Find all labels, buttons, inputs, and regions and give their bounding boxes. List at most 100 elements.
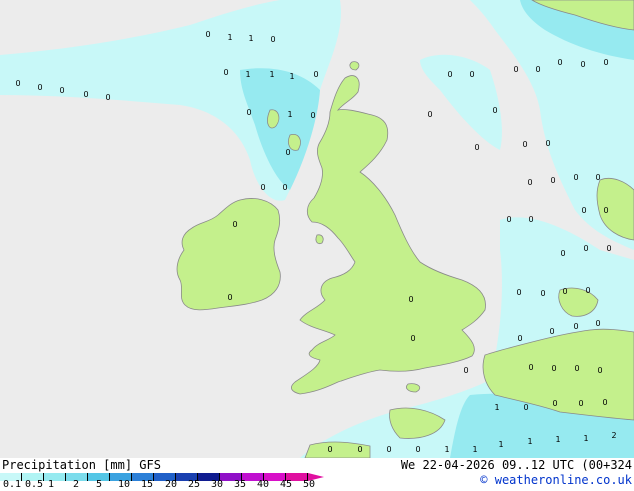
value-label: 1 [287,110,292,119]
value-label: 0 [227,293,232,302]
value-label: 0 [550,176,555,185]
scale-tick-label: 5 [96,479,103,490]
forecast-datetime: We 22-04-2026 09..12 UTC (00+324 [400,458,632,472]
value-label: 0 [523,403,528,412]
value-label: 0 [327,445,332,454]
value-label: 0 [551,364,556,373]
value-label: 0 [313,70,318,79]
scale-tick-label: 30 [211,479,224,490]
chart-title: Precipitation [mm] GFS [2,458,161,472]
value-label: 0 [573,322,578,331]
land-orkney [349,61,360,71]
value-label: 0 [574,364,579,373]
value-label: 0 [15,79,20,88]
value-label: 0 [583,244,588,253]
scale-tick-label: 50 [303,479,316,490]
value-label: 0 [573,173,578,182]
scale-tick-label: 1 [48,479,55,490]
value-label: 0 [232,220,237,229]
value-label: 1 [289,72,294,81]
value-label: 0 [522,140,527,149]
value-label: 2 [611,431,616,440]
title-text: Precipitation [mm] [2,458,133,472]
value-label: 0 [585,286,590,295]
value-label: 0 [595,173,600,182]
value-label: 0 [492,106,497,115]
value-label: 1 [527,437,532,446]
value-label: 0 [408,295,413,304]
value-label: 1 [494,403,499,412]
land-isle-of-man [315,234,324,244]
value-label: 0 [59,86,64,95]
scale-tick-label: 15 [141,479,154,490]
value-label: 0 [310,111,315,120]
value-label: 1 [245,70,250,79]
value-label: 0 [527,178,532,187]
scale-tick-label: 0.1 [3,479,22,490]
value-label: 0 [603,206,608,215]
value-label: 0 [463,366,468,375]
value-label: 0 [469,70,474,79]
value-label: 0 [205,30,210,39]
value-label: 0 [603,58,608,67]
value-label: 0 [602,398,607,407]
value-label: 1 [472,445,477,454]
value-label: 1 [248,34,253,43]
credit-link[interactable]: © weatheronline.co.uk [480,473,632,487]
scale-tick-label: 40 [257,479,270,490]
value-label: 0 [37,83,42,92]
value-label: 0 [580,60,585,69]
scale-tick-label: 25 [188,479,201,490]
scale-tick-label: 2 [73,479,80,490]
model-name: GFS [139,458,161,472]
value-label: 0 [270,35,275,44]
value-label: 0 [83,90,88,99]
value-label: 0 [578,399,583,408]
value-label: 0 [557,58,562,67]
value-label: 0 [595,319,600,328]
value-label: 0 [282,183,287,192]
value-label: 0 [597,366,602,375]
value-label: 0 [410,334,415,343]
value-label: 0 [540,289,545,298]
value-label: 0 [552,399,557,408]
value-label: 0 [447,70,452,79]
value-label: 0 [560,249,565,258]
scale-tick-label: 20 [165,479,178,490]
value-label: 1 [269,70,274,79]
value-label: 0 [516,288,521,297]
value-label: 1 [444,445,449,454]
value-label: 0 [260,183,265,192]
value-label: 0 [285,148,290,157]
value-label: 0 [386,445,391,454]
scale-tick-label: 45 [280,479,293,490]
value-label: 0 [535,65,540,74]
value-label: 0 [549,327,554,336]
value-label: 0 [506,215,511,224]
scale-ticks: 0.1 0.5 1 2 5 10 15 20 25 30 35 40 45 50 [0,479,330,491]
value-label: 0 [513,65,518,74]
value-label: 0 [357,445,362,454]
value-label: 0 [562,287,567,296]
footer: Precipitation [mm] GFS We 22-04-2026 09.… [0,458,634,490]
scale-tick-label: 0.5 [25,479,44,490]
value-label: 0 [474,143,479,152]
value-label: 1 [498,440,503,449]
value-label: 0 [581,206,586,215]
value-label: 0 [427,110,432,119]
value-label: 0 [415,445,420,454]
value-label: 0 [517,334,522,343]
precipitation-map: 0 1 1 0 0 1 1 1 0 0 0 0 0 0 0 1 0 0 0 0 0 0 0 0 0 0 0 0 0 0 0 0 0 0 0 0 0 0 0 0… [0,0,634,458]
value-label: 0 [528,363,533,372]
value-label: 1 [583,434,588,443]
scale-tick-label: 35 [234,479,247,490]
value-label: 0 [223,68,228,77]
value-label: 0 [545,139,550,148]
value-label: 0 [528,215,533,224]
value-label: 0 [606,244,611,253]
value-label: 0 [246,108,251,117]
value-label: 0 [105,93,110,102]
value-label: 1 [227,33,232,42]
scale-tick-label: 10 [118,479,131,490]
value-label: 1 [555,435,560,444]
